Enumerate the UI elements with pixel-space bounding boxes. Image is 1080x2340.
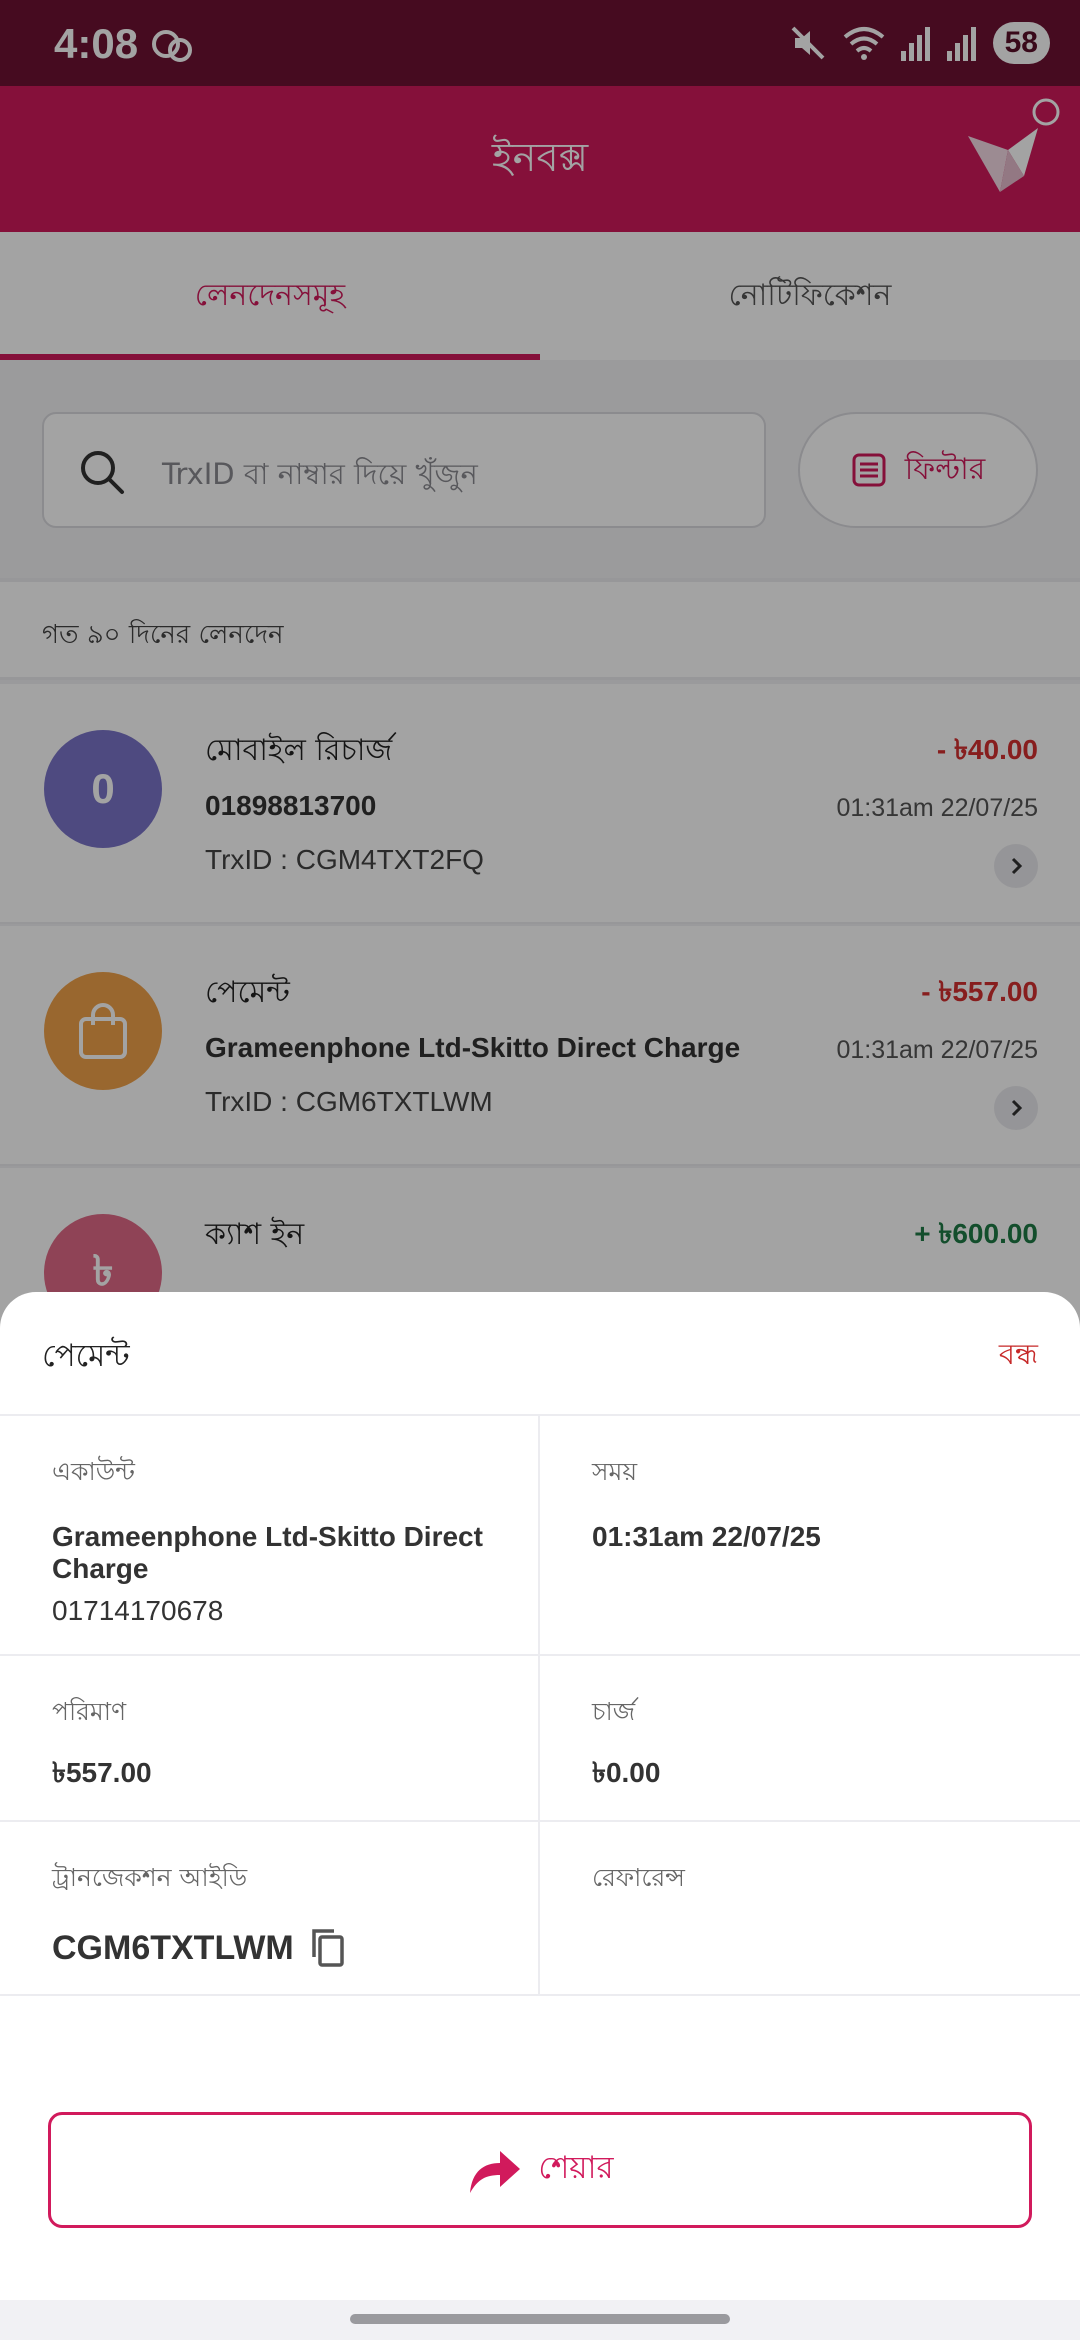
- transaction-detail-sheet: পেমেন্ট বন্ধ একাউন্ট Grameenphone Ltd-Sk…: [0, 1292, 1080, 2340]
- reference-label: রেফারেন্স: [592, 1863, 685, 1892]
- copy-icon[interactable]: [308, 1927, 348, 1969]
- sheet-header: পেমেন্ট বন্ধ: [0, 1292, 1080, 1416]
- charge-label: চার্জ: [592, 1697, 636, 1726]
- sheet-title: পেমেন্ট: [42, 1338, 130, 1374]
- charge-cell: চার্জ ৳0.00: [540, 1656, 1080, 1820]
- share-button[interactable]: শেয়ার: [48, 2112, 1032, 2228]
- detail-row-account: একাউন্ট Grameenphone Ltd-Skitto Direct C…: [0, 1416, 1080, 1656]
- amount-value: ৳557.00: [52, 1757, 152, 1788]
- detail-row-trxid: ট্রানজেকশন আইডি CGM6TXTLWM রেফারেন্স: [0, 1822, 1080, 1996]
- home-gesture-handle[interactable]: [350, 2314, 730, 2324]
- account-number: 01714170678: [52, 1595, 224, 1626]
- time-label: সময়: [592, 1457, 638, 1486]
- amount-cell: পরিমাণ ৳557.00: [0, 1656, 540, 1820]
- trxid-value-wrap: CGM6TXTLWM: [52, 1927, 486, 1969]
- system-nav-bar: [0, 2300, 1080, 2340]
- share-label: শেয়ার: [538, 2150, 614, 2186]
- detail-row-amount: পরিমাণ ৳557.00 চার্জ ৳0.00: [0, 1656, 1080, 1822]
- account-cell: একাউন্ট Grameenphone Ltd-Skitto Direct C…: [0, 1416, 540, 1654]
- charge-value: ৳0.00: [592, 1757, 661, 1788]
- trxid-label: ট্রানজেকশন আইডি: [52, 1863, 248, 1892]
- close-button[interactable]: বন্ধ: [999, 1332, 1038, 1381]
- account-name: Grameenphone Ltd-Skitto Direct Charge: [52, 1521, 483, 1584]
- account-label: একাউন্ট: [52, 1457, 135, 1486]
- amount-label: পরিমাণ: [52, 1697, 127, 1726]
- time-cell: সময় 01:31am 22/07/25: [540, 1416, 1080, 1654]
- trxid-value: CGM6TXTLWM: [52, 1928, 294, 1967]
- share-arrow-icon: [470, 2151, 521, 2193]
- trxid-cell: ট্রানজেকশন আইডি CGM6TXTLWM: [0, 1822, 540, 1994]
- time-value: 01:31am 22/07/25: [592, 1521, 821, 1552]
- reference-cell: রেফারেন্স: [540, 1822, 1080, 1994]
